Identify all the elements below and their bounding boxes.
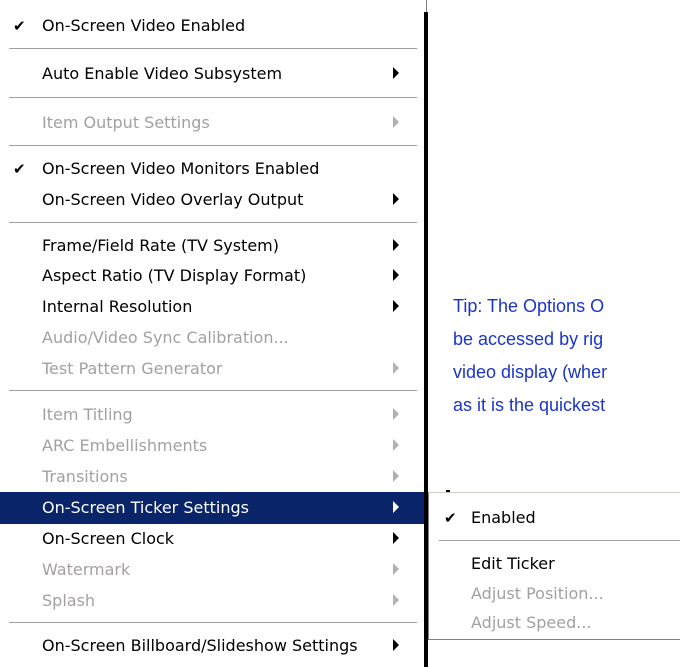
submenu-arrow-icon	[393, 362, 399, 374]
menu-item-label: On-Screen Video Monitors Enabled	[42, 159, 320, 178]
menu-separator	[9, 390, 417, 392]
menu-item-label: Item Titling	[42, 405, 133, 424]
menu-item-audio-video-sync-calibration: Audio/Video Sync Calibration...	[0, 322, 426, 354]
menu-item-label: ARC Embellishments	[42, 436, 208, 455]
menu-separator	[9, 145, 417, 147]
submenu-arrow-icon	[393, 501, 399, 513]
menu-item-label: Watermark	[42, 560, 131, 579]
menu-item-label: On-Screen Ticker Settings	[42, 498, 249, 517]
menu-item-aspect-ratio[interactable]: Aspect Ratio (TV Display Format)	[0, 260, 426, 292]
menu-item-splash: Splash	[0, 585, 426, 617]
menu-item-label: On-Screen Clock	[42, 529, 175, 548]
menu-separator	[439, 540, 680, 542]
menu-item-label: Splash	[42, 591, 96, 610]
tip-line: be accessed by rig	[453, 329, 604, 349]
menu-item-label: Audio/Video Sync Calibration...	[42, 328, 289, 347]
tip-line: Tip: The Options O	[453, 296, 605, 316]
submenu-item-label: Adjust Position...	[471, 584, 604, 603]
submenu-item-adjust-speed: Adjust Speed...	[429, 608, 680, 638]
tip-line: as it is the quickest	[453, 395, 606, 415]
menu-item-test-pattern-generator: Test Pattern Generator	[0, 353, 426, 385]
submenu-item-label: Adjust Speed...	[471, 613, 592, 632]
submenu-arrow-icon	[393, 300, 399, 312]
menu-item-on-screen-video-overlay-output[interactable]: On-Screen Video Overlay Output	[0, 184, 426, 216]
checkmark-icon: ✔	[13, 17, 26, 35]
menu-item-label: Internal Resolution	[42, 297, 193, 316]
menu-item-auto-enable-video-subsystem[interactable]: Auto Enable Video Subsystem	[0, 58, 426, 90]
menu-item-internal-resolution[interactable]: Internal Resolution	[0, 291, 426, 323]
submenu-item-label: Edit Ticker	[471, 554, 555, 573]
submenu-arrow-icon	[393, 639, 399, 651]
submenu-arrow-icon	[393, 563, 399, 575]
submenu-arrow-icon	[393, 532, 399, 544]
menu-separator	[9, 222, 417, 224]
menu-separator	[9, 48, 417, 50]
menu-item-label: On-Screen Billboard/Slideshow Settings	[42, 636, 358, 655]
submenu-arrow-icon	[393, 193, 399, 205]
submenu-item-adjust-position: Adjust Position...	[429, 579, 680, 609]
menu-item-label: Test Pattern Generator	[42, 359, 223, 378]
checkmark-icon: ✔	[444, 509, 457, 527]
submenu-arrow-icon	[393, 116, 399, 128]
tip-line: video display (wher	[453, 362, 608, 382]
menu-item-label: On-Screen Video Overlay Output	[42, 190, 304, 209]
submenu-arrow-icon	[393, 269, 399, 281]
menu-item-frame-field-rate[interactable]: Frame/Field Rate (TV System)	[0, 230, 426, 262]
menu-item-item-titling: Item Titling	[0, 399, 426, 431]
submenu-item-label: Enabled	[471, 508, 536, 527]
menu-separator	[9, 97, 417, 99]
menu-item-watermark: Watermark	[0, 554, 426, 586]
submenu-item-edit-ticker[interactable]: Edit Ticker	[429, 549, 680, 579]
options-context-menu: ✔ On-Screen Video Enabled Auto Enable Vi…	[0, 0, 427, 667]
menu-item-label: Auto Enable Video Subsystem	[42, 64, 283, 83]
submenu-arrow-icon	[393, 439, 399, 451]
submenu-arrow-icon	[393, 594, 399, 606]
menu-item-billboard-slideshow-settings[interactable]: On-Screen Billboard/Slideshow Settings	[0, 630, 426, 662]
menu-item-on-screen-clock[interactable]: On-Screen Clock	[0, 523, 426, 555]
tip-text: Tip: The Options O be accessed by rig vi…	[453, 290, 680, 422]
menu-item-label: Frame/Field Rate (TV System)	[42, 236, 279, 255]
menu-item-on-screen-ticker-settings[interactable]: On-Screen Ticker Settings	[0, 492, 426, 524]
menu-item-item-output-settings: Item Output Settings	[0, 107, 426, 139]
menu-item-on-screen-video-monitors-enabled[interactable]: ✔ On-Screen Video Monitors Enabled	[0, 153, 426, 185]
menu-item-label: On-Screen Video Enabled	[42, 16, 246, 35]
menu-item-label: Item Output Settings	[42, 113, 210, 132]
submenu-item-enabled[interactable]: ✔ Enabled	[429, 503, 680, 533]
ticker-settings-submenu: ✔ Enabled Edit Ticker Adjust Position...…	[428, 492, 680, 640]
submenu-arrow-icon	[393, 239, 399, 251]
menu-item-label: Aspect Ratio (TV Display Format)	[42, 266, 307, 285]
checkmark-icon: ✔	[13, 160, 26, 178]
submenu-arrow-icon	[393, 67, 399, 79]
menu-item-on-screen-video-enabled[interactable]: ✔ On-Screen Video Enabled	[0, 10, 426, 42]
menu-item-arc-embellishments: ARC Embellishments	[0, 430, 426, 462]
submenu-arrow-icon	[393, 470, 399, 482]
menu-item-label: Transitions	[42, 467, 128, 486]
menu-item-transitions: Transitions	[0, 461, 426, 493]
menu-separator	[9, 622, 417, 624]
submenu-arrow-icon	[393, 408, 399, 420]
